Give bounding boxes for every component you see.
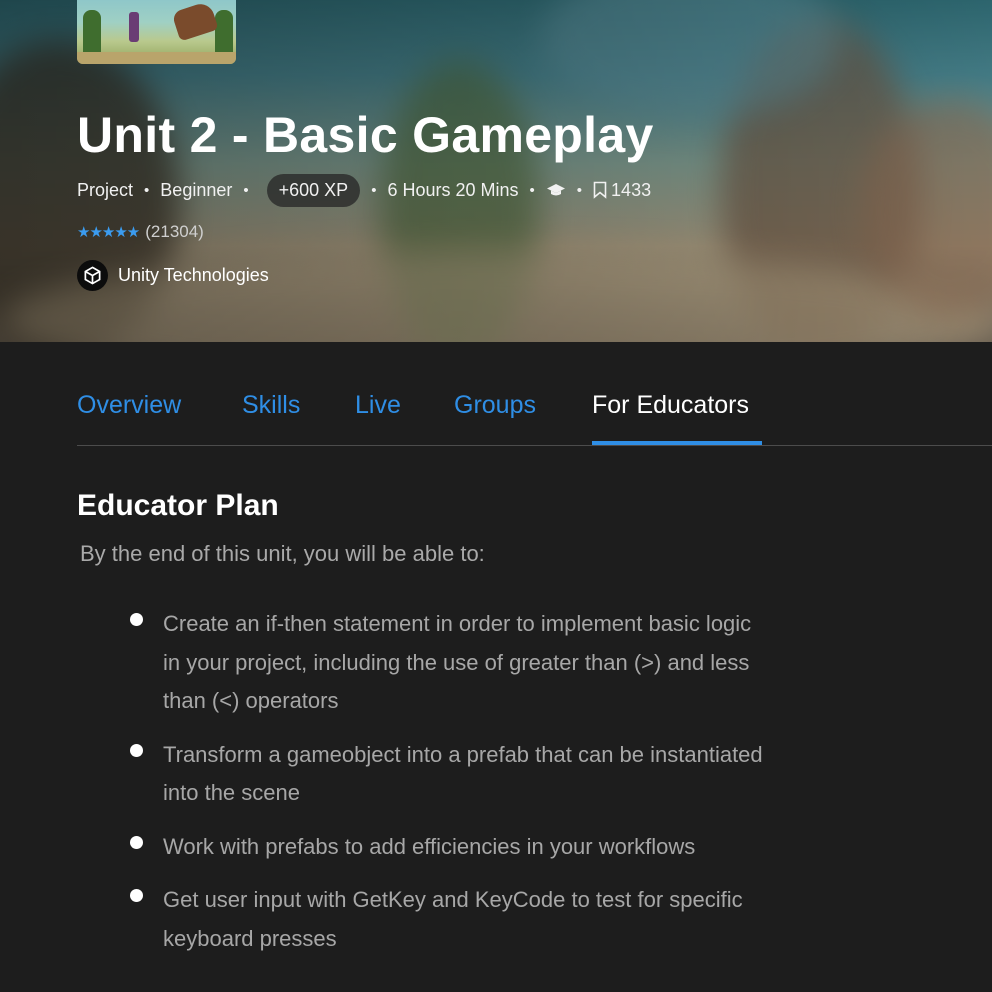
author-name: Unity Technologies: [118, 265, 269, 285]
bullet-icon: [130, 889, 143, 902]
bookmark-icon: [593, 181, 607, 199]
rating-count: (21304): [145, 222, 204, 241]
project-meta: Project • Beginner • +600 XP • 6 Hours 2…: [77, 173, 651, 207]
list-item: Work with prefabs to add efficiencies in…: [130, 828, 770, 867]
tab-groups[interactable]: Groups: [454, 391, 536, 420]
bullet-icon: [130, 613, 143, 626]
tab-overview[interactable]: Overview: [77, 391, 181, 420]
bookmark-count: 1433: [611, 179, 652, 200]
list-item: Get user input with GetKey and KeyCode t…: [130, 881, 770, 958]
thumbnail-ground: [77, 52, 236, 64]
project-duration: 6 Hours 20 Mins: [387, 179, 519, 200]
page-title: Unit 2 - Basic Gameplay: [77, 107, 654, 163]
list-item-text: Transform a gameobject into a prefab tha…: [163, 741, 763, 806]
separator-dot: •: [144, 181, 150, 199]
project-thumbnail: [77, 0, 236, 64]
graduation-cap-icon: [546, 184, 565, 196]
author-link[interactable]: Unity Technologies: [77, 260, 269, 291]
separator-dot: •: [371, 181, 377, 199]
project-type: Project: [77, 179, 134, 200]
separator-dot: •: [529, 181, 535, 199]
separator-dot: •: [243, 181, 249, 199]
section-intro: By the end of this unit, you will be abl…: [80, 541, 485, 566]
rating[interactable]: ★★★★★ (21304): [77, 222, 204, 242]
list-item-text: Create an if-then statement in order to …: [163, 611, 752, 713]
tab-live[interactable]: Live: [355, 391, 401, 420]
list-item-text: Get user input with GetKey and KeyCode t…: [163, 887, 743, 951]
project-level: Beginner: [160, 179, 233, 200]
active-tab-indicator: [592, 441, 762, 445]
separator-dot: •: [576, 181, 583, 199]
bookmark-button[interactable]: 1433: [593, 180, 651, 201]
bullet-icon: [130, 743, 143, 757]
tab-skills[interactable]: Skills: [242, 391, 300, 420]
list-item: Create an if-then statement in order to …: [130, 605, 770, 721]
xp-badge: +600 XP: [266, 173, 361, 207]
thumbnail-player: [129, 12, 139, 42]
objectives-list: Create an if-then statement in order to …: [130, 605, 770, 973]
tab-bar: Overview Skills Live Groups For Educator…: [77, 380, 992, 446]
star-rating-icon: ★★★★★: [77, 224, 140, 241]
hero-banner: Unit 2 - Basic Gameplay Project • Beginn…: [0, 0, 992, 342]
list-item-text: Work with prefabs to add efficiencies in…: [163, 833, 696, 859]
bullet-icon: [130, 835, 143, 849]
thumbnail-tree: [83, 10, 101, 56]
thumbnail-animal: [171, 0, 219, 42]
list-item: Transform a gameobject into a prefab tha…: [130, 736, 770, 813]
unity-logo-icon: [77, 260, 108, 291]
thumbnail-tree: [215, 10, 233, 56]
tab-for-educators[interactable]: For Educators: [592, 391, 749, 420]
section-heading: Educator Plan: [77, 489, 279, 522]
